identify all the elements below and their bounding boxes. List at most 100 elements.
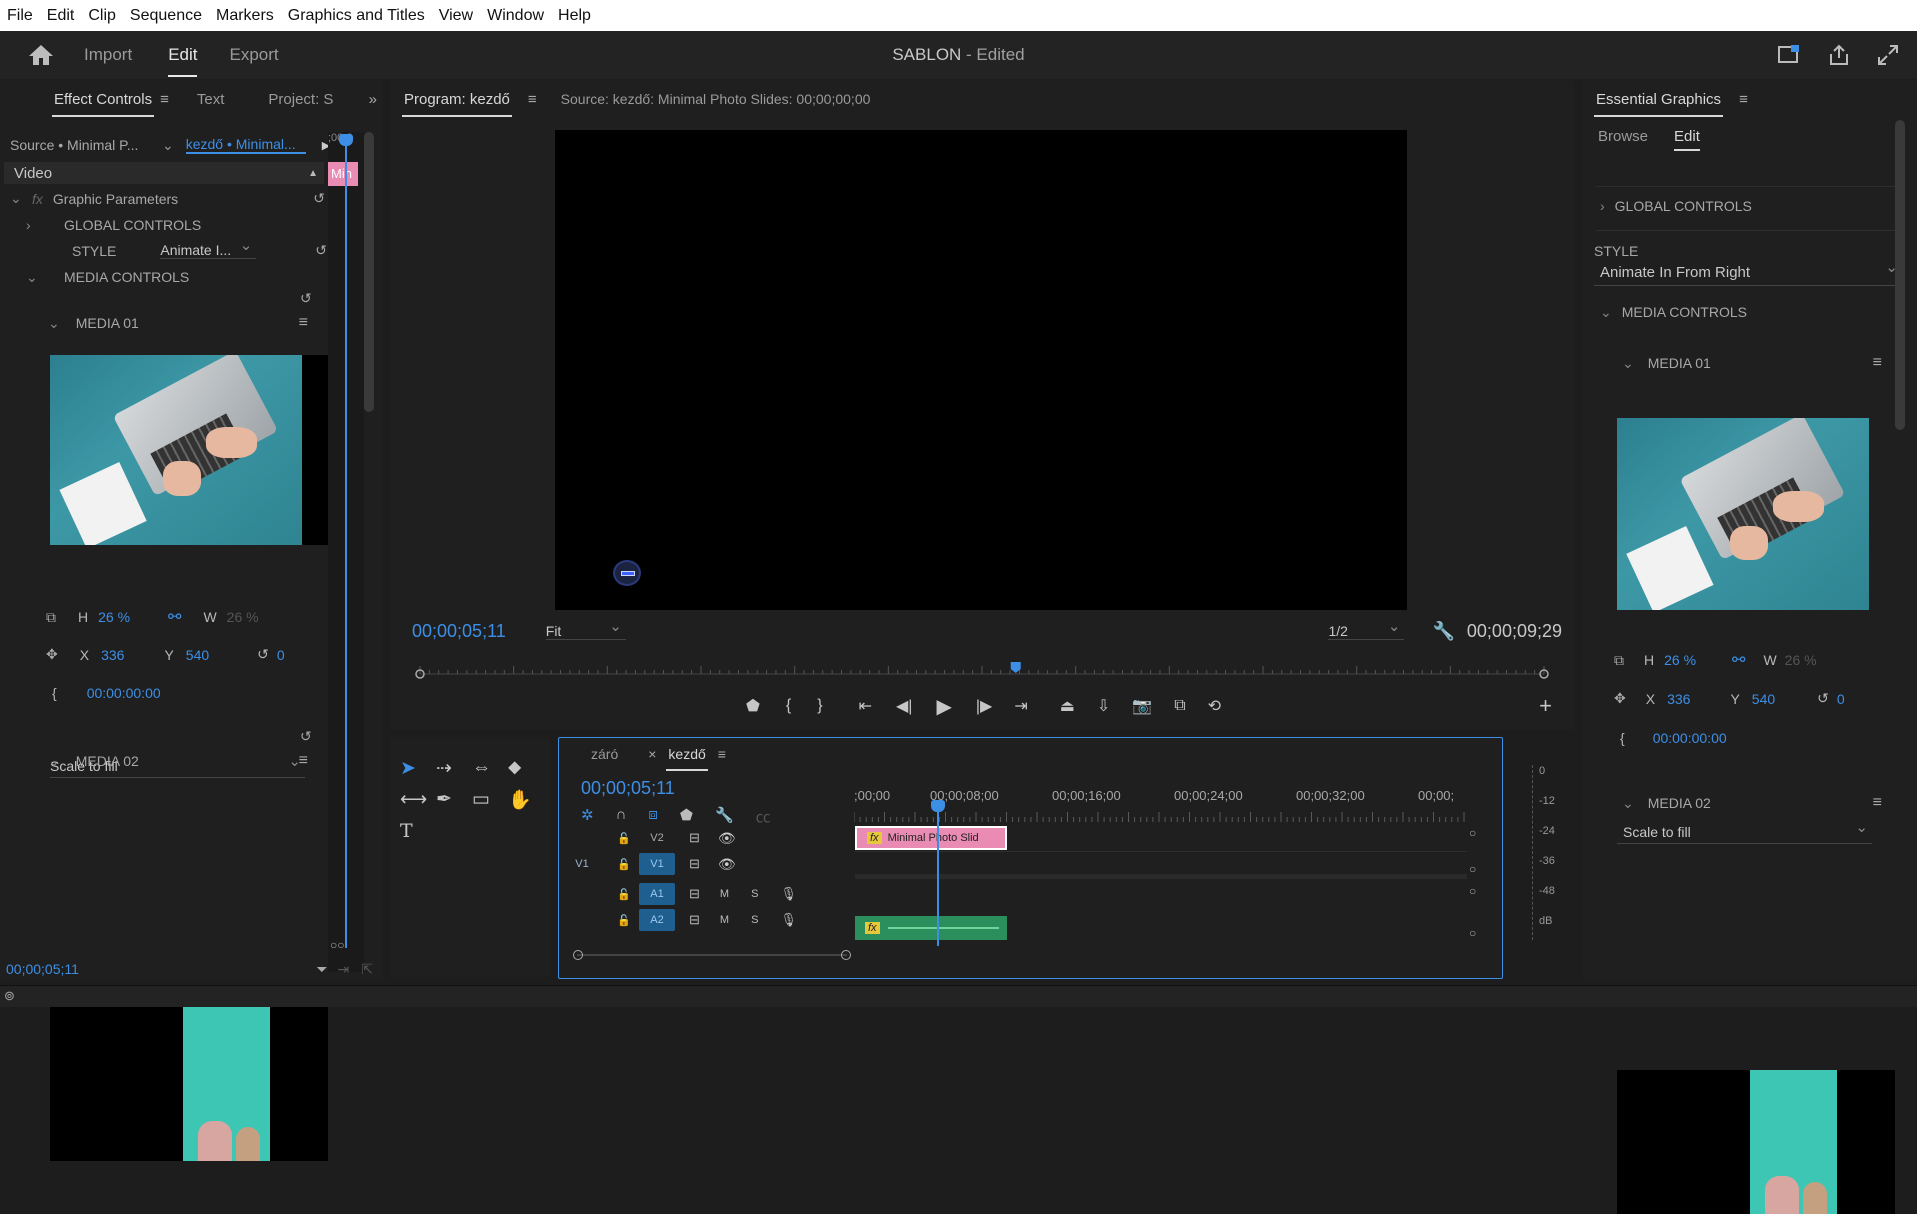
global-controls-row[interactable]: › GLOBAL CONTROLS [26, 217, 201, 233]
playhead-handle-icon[interactable] [931, 800, 945, 812]
tab-edit-eg[interactable]: Edit [1674, 128, 1700, 151]
eg-height-value[interactable]: 26 % [1664, 652, 1696, 668]
ripple-edit-icon[interactable]: ⇔ [472, 757, 508, 780]
captions-icon[interactable]: ㏄ [756, 806, 771, 827]
sync-lock-icon[interactable]: ⊟ [689, 830, 700, 846]
tab-edit[interactable]: Edit [168, 31, 198, 79]
mark-in-icon[interactable]: { [786, 697, 791, 715]
status-icon[interactable]: ⊚ [4, 988, 15, 1004]
style-dropdown[interactable]: Animate I... [160, 236, 257, 259]
program-viewer[interactable] [555, 130, 1407, 610]
menu-sequence[interactable]: Sequence [123, 7, 209, 25]
panel-menu-icon[interactable]: ≡ [160, 91, 169, 108]
tab-kezdo[interactable]: kezdő [666, 746, 709, 771]
sync-lock-icon[interactable]: ⊟ [689, 856, 700, 872]
go-to-out-icon[interactable]: ⇥ [1014, 696, 1027, 716]
chevron-right-icon[interactable]: » [369, 91, 377, 108]
timeline-ruler[interactable]: ;00;00 00;00;08;00 00;00;16;00 00;00;24;00 0… [854, 788, 1486, 824]
microphone-icon[interactable]: 🎙 [780, 886, 797, 902]
program-timecode[interactable]: 00;00;05;11 [412, 621, 506, 642]
fullscreen-icon[interactable] [1877, 44, 1899, 66]
chevron-down-icon[interactable]: ⌄ [1622, 355, 1634, 372]
resolution-dropdown[interactable]: 1/2 [1328, 617, 1405, 640]
source-patch[interactable]: V1 [569, 858, 595, 870]
scrubber-ruler[interactable] [412, 660, 1552, 684]
width-value[interactable]: 26 % [227, 609, 259, 625]
zoom-handles-icon[interactable]: ○○ [330, 938, 345, 952]
eg-scale-mode-dropdown[interactable]: Scale to fill [1617, 818, 1872, 844]
eg-media02-thumbnail[interactable] [1617, 1070, 1895, 1214]
essential-graphics-title[interactable]: Essential Graphics [1593, 91, 1724, 117]
panel-menu-icon[interactable]: ≡ [718, 746, 726, 762]
menu-file[interactable]: File [0, 7, 40, 25]
compare-icon[interactable]: ⧉ [1174, 697, 1185, 715]
pen-tool-icon[interactable]: ✒ [436, 788, 472, 812]
lock-icon[interactable]: 🔓 [617, 888, 631, 901]
mark-out-icon[interactable]: } [817, 697, 822, 715]
eye-icon[interactable]: 👁 [718, 830, 736, 847]
reset-icon[interactable]: ↺ [300, 728, 312, 745]
microphone-icon[interactable]: 🎙 [780, 912, 797, 928]
add-marker-icon[interactable]: ⬟ [680, 806, 693, 827]
hamburger-icon[interactable]: ≡ [1873, 354, 1882, 372]
menu-help[interactable]: Help [551, 7, 598, 25]
rectangle-tool-icon[interactable]: ▭ [472, 788, 508, 812]
timeline-timecode[interactable]: 00;00;05;11 [581, 778, 675, 799]
quick-export-icon[interactable] [1777, 44, 1801, 66]
eg-width-value[interactable]: 26 % [1785, 652, 1817, 668]
height-value[interactable]: 26 % [98, 609, 130, 625]
collapse-up-icon[interactable]: ▲ [308, 168, 318, 179]
blue-overlay-icon[interactable] [613, 560, 641, 586]
snap-magnet-icon[interactable]: ∩ [616, 806, 627, 827]
tab-export[interactable]: Export [229, 31, 278, 79]
chevron-down-icon[interactable]: ⌄ [48, 315, 60, 332]
razor-icon[interactable]: ⬥ [508, 757, 544, 780]
menu-edit[interactable]: Edit [40, 7, 82, 25]
add-marker-icon[interactable]: ⬟ [746, 696, 760, 716]
share-icon[interactable] [1827, 44, 1851, 66]
camera-icon[interactable]: 📷 [1132, 696, 1152, 716]
slip-tool-icon[interactable]: ⟷ [400, 788, 436, 812]
mini-clip[interactable]: Min [328, 162, 358, 186]
hand-tool-icon[interactable]: ✋ [508, 788, 544, 812]
track-target-a1[interactable]: A1 [639, 883, 675, 905]
audio-clip[interactable]: fx [855, 916, 1007, 940]
link-icon[interactable]: ⚯ [1732, 650, 1745, 670]
ripple-icon[interactable]: ⇥ [338, 961, 350, 978]
time-value[interactable]: 00:00:00:00 [87, 685, 161, 701]
lock-icon[interactable]: 🔓 [617, 832, 631, 845]
x-value[interactable]: 336 [101, 647, 124, 663]
source-clip-label[interactable]: Source • Minimal P... [10, 137, 150, 153]
chevron-down-icon[interactable]: ⌄ [1600, 304, 1612, 321]
tab-program[interactable]: Program: kezdő [402, 91, 512, 117]
chevron-right-icon[interactable]: › [1600, 198, 1605, 214]
track-scroll-handles[interactable]: ○ ○ ○ ○ [1469, 826, 1489, 946]
track-target-a2[interactable]: A2 [639, 909, 675, 931]
mini-playhead[interactable] [345, 138, 347, 948]
eg-style-dropdown[interactable]: Animate In From Right [1594, 258, 1902, 286]
chevron-down-icon[interactable]: ⌄ [48, 753, 60, 770]
hamburger-icon[interactable]: ≡ [299, 314, 308, 332]
hamburger-icon[interactable]: ≡ [1873, 794, 1882, 812]
menu-view[interactable]: View [432, 7, 480, 25]
solo-button[interactable]: S [751, 888, 758, 900]
filter-icon[interactable]: ⏷ [316, 961, 327, 978]
link-icon[interactable]: ⚯ [168, 607, 181, 627]
step-back-icon[interactable]: ◀| [896, 696, 912, 716]
tab-browse[interactable]: Browse [1598, 128, 1648, 151]
chevron-right-icon[interactable]: › [26, 217, 46, 233]
pink-clip[interactable]: fx Minimal Photo Slid [855, 826, 1007, 850]
tab-project[interactable]: Project: S [268, 91, 333, 108]
reset-icon[interactable]: ↺ [300, 290, 312, 307]
type-tool-icon[interactable]: T [400, 820, 436, 842]
step-forward-icon[interactable]: |▶ [976, 696, 992, 716]
eg-time-value[interactable]: 00:00:00:00 [1653, 730, 1727, 746]
y-value[interactable]: 540 [186, 647, 209, 663]
tab-import[interactable]: Import [84, 31, 132, 79]
extract-icon[interactable]: ⇩ [1097, 696, 1110, 716]
home-icon[interactable] [28, 43, 54, 67]
wrench-icon[interactable]: 🔧 [715, 806, 734, 827]
media01-thumbnail[interactable] [50, 355, 302, 545]
media-controls-row[interactable]: ⌄ MEDIA CONTROLS [26, 269, 189, 286]
tab-text[interactable]: Text [197, 91, 225, 108]
